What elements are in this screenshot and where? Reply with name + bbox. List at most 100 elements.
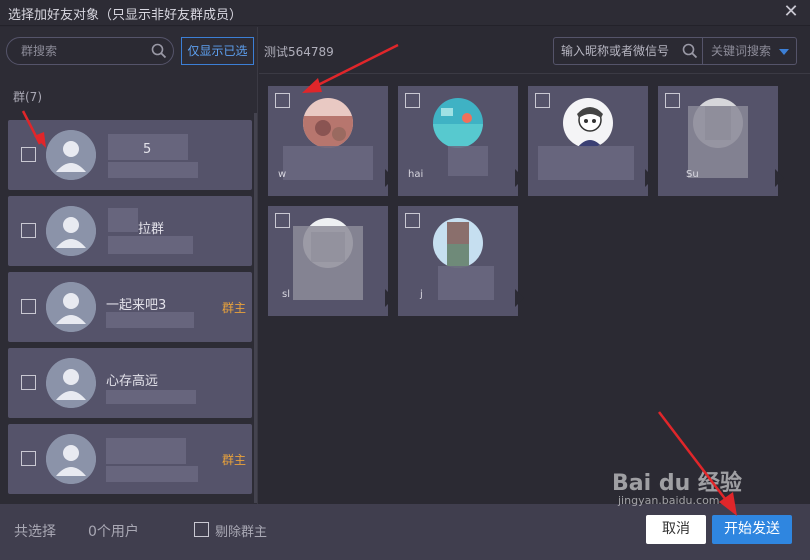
member-name: sl — [282, 289, 290, 300]
arrow-right-icon — [385, 289, 394, 307]
chevron-down-icon — [779, 49, 789, 55]
selected-count: 0个用户 — [88, 524, 139, 540]
default-avatar-icon — [46, 358, 96, 408]
default-avatar-icon — [46, 130, 96, 180]
nickname-search-input[interactable] — [561, 42, 679, 60]
group-name: 心存高远 — [106, 374, 159, 389]
group-search-box[interactable] — [6, 37, 174, 65]
member-card[interactable] — [528, 86, 654, 196]
pixelated-region — [438, 266, 494, 300]
keyword-search-select[interactable]: 关键词搜索 — [703, 37, 797, 65]
member-checkbox[interactable] — [535, 93, 550, 108]
group-checkbox[interactable] — [21, 375, 36, 390]
photo-avatar-icon — [433, 98, 483, 148]
exclude-owner-toggle[interactable]: 剔除群主 — [194, 521, 294, 540]
default-avatar-icon — [46, 206, 96, 256]
nickname-search-box[interactable] — [553, 37, 703, 65]
member-name: Su — [686, 169, 699, 180]
member-card[interactable]: w — [268, 86, 394, 196]
member-checkbox[interactable] — [275, 213, 290, 228]
default-avatar-icon — [46, 434, 96, 484]
show-selected-button[interactable]: 仅显示已选 — [181, 37, 254, 65]
photo-avatar-icon — [433, 218, 483, 268]
search-icon[interactable] — [682, 43, 698, 59]
pixelated-region — [538, 146, 634, 180]
member-card[interactable]: j — [398, 206, 524, 316]
group-list-item[interactable]: 群主 — [8, 424, 252, 494]
pixelated-region — [106, 466, 198, 482]
cancel-button[interactable]: 取消 — [646, 515, 706, 544]
arrow-right-icon — [775, 169, 784, 187]
current-group-name: 测试564789 — [264, 45, 334, 59]
member-card[interactable]: sl — [268, 206, 394, 316]
member-avatar — [303, 98, 353, 148]
group-avatar — [46, 282, 96, 332]
group-list-item[interactable]: 5 — [8, 120, 252, 190]
selected-label: 共选择 — [14, 524, 56, 540]
group-avatar — [46, 358, 96, 408]
group-panel: 仅显示已选 群(7) 5 拉群 — [0, 27, 258, 504]
pixelated-region — [293, 226, 363, 300]
divider — [259, 73, 810, 74]
member-avatar — [563, 98, 613, 148]
group-checkbox[interactable] — [21, 451, 36, 466]
pixelated-region — [106, 390, 196, 404]
window-title: 选择加好友对象（只显示非好友群成员） — [8, 8, 243, 23]
keyword-select-label: 关键词搜索 — [711, 44, 772, 58]
member-checkbox[interactable] — [405, 93, 420, 108]
member-avatar — [433, 98, 483, 148]
group-list-item[interactable]: 拉群 — [8, 196, 252, 266]
member-name: j — [420, 289, 423, 300]
arrow-right-icon — [515, 169, 524, 187]
group-checkbox[interactable] — [21, 223, 36, 238]
group-list-item[interactable]: 一起来吧3 群主 — [8, 272, 252, 342]
group-avatar — [46, 206, 96, 256]
pixelated-region — [688, 106, 748, 178]
member-checkbox[interactable] — [665, 93, 680, 108]
member-checkbox[interactable] — [405, 213, 420, 228]
close-icon[interactable]: ✕ — [780, 1, 802, 23]
member-avatar — [433, 218, 483, 268]
member-card[interactable]: Su — [658, 86, 784, 196]
start-send-button[interactable]: 开始发送 — [712, 515, 792, 544]
title-bar: 选择加好友对象（只显示非好友群成员） ✕ — [0, 0, 810, 26]
group-avatar — [46, 434, 96, 484]
search-icon[interactable] — [151, 43, 167, 59]
baidu-jingyan-watermark: Bai du 经验 jingyan.baidu.com — [612, 470, 742, 506]
group-name: 拉群 — [138, 222, 165, 237]
member-name: hai — [408, 169, 424, 180]
owner-badge: 群主 — [221, 453, 246, 467]
default-avatar-icon — [46, 282, 96, 332]
group-checkbox[interactable] — [21, 299, 36, 314]
watermark-subtext: jingyan.baidu.com — [617, 494, 720, 506]
photo-avatar-icon — [563, 98, 613, 148]
group-checkbox[interactable] — [21, 147, 36, 162]
group-list-item[interactable]: 心存高远 — [8, 348, 252, 418]
photo-avatar-icon — [303, 98, 353, 148]
exclude-owner-checkbox[interactable] — [194, 522, 209, 537]
member-card[interactable]: hai — [398, 86, 524, 196]
pixelated-region — [448, 146, 488, 176]
member-checkbox[interactable] — [275, 93, 290, 108]
member-panel: 测试564789 关键词搜索 w hai — [259, 27, 810, 504]
arrow-right-icon — [645, 169, 654, 187]
group-list-scrollbar[interactable] — [254, 113, 257, 503]
footer-bar: 共选择 0个用户 剔除群主 取消 开始发送 — [0, 504, 810, 560]
group-search-input[interactable] — [21, 42, 151, 60]
watermark-text: Bai du 经验 — [612, 470, 742, 496]
group-avatar — [46, 130, 96, 180]
arrow-right-icon — [515, 289, 524, 307]
pixelated-region — [106, 438, 186, 464]
group-name: 5 — [143, 142, 152, 157]
pixelated-region — [108, 208, 138, 232]
pixelated-region — [108, 236, 193, 254]
pixelated-region — [108, 162, 198, 178]
arrow-right-icon — [385, 169, 394, 187]
owner-badge: 群主 — [221, 301, 246, 315]
pixelated-region — [106, 312, 194, 328]
group-name: 一起来吧3 — [106, 298, 167, 313]
member-name: w — [278, 169, 287, 180]
group-count-label: 群(7) — [13, 90, 42, 104]
pixelated-region — [283, 146, 373, 180]
exclude-owner-label: 剔除群主 — [215, 525, 268, 540]
